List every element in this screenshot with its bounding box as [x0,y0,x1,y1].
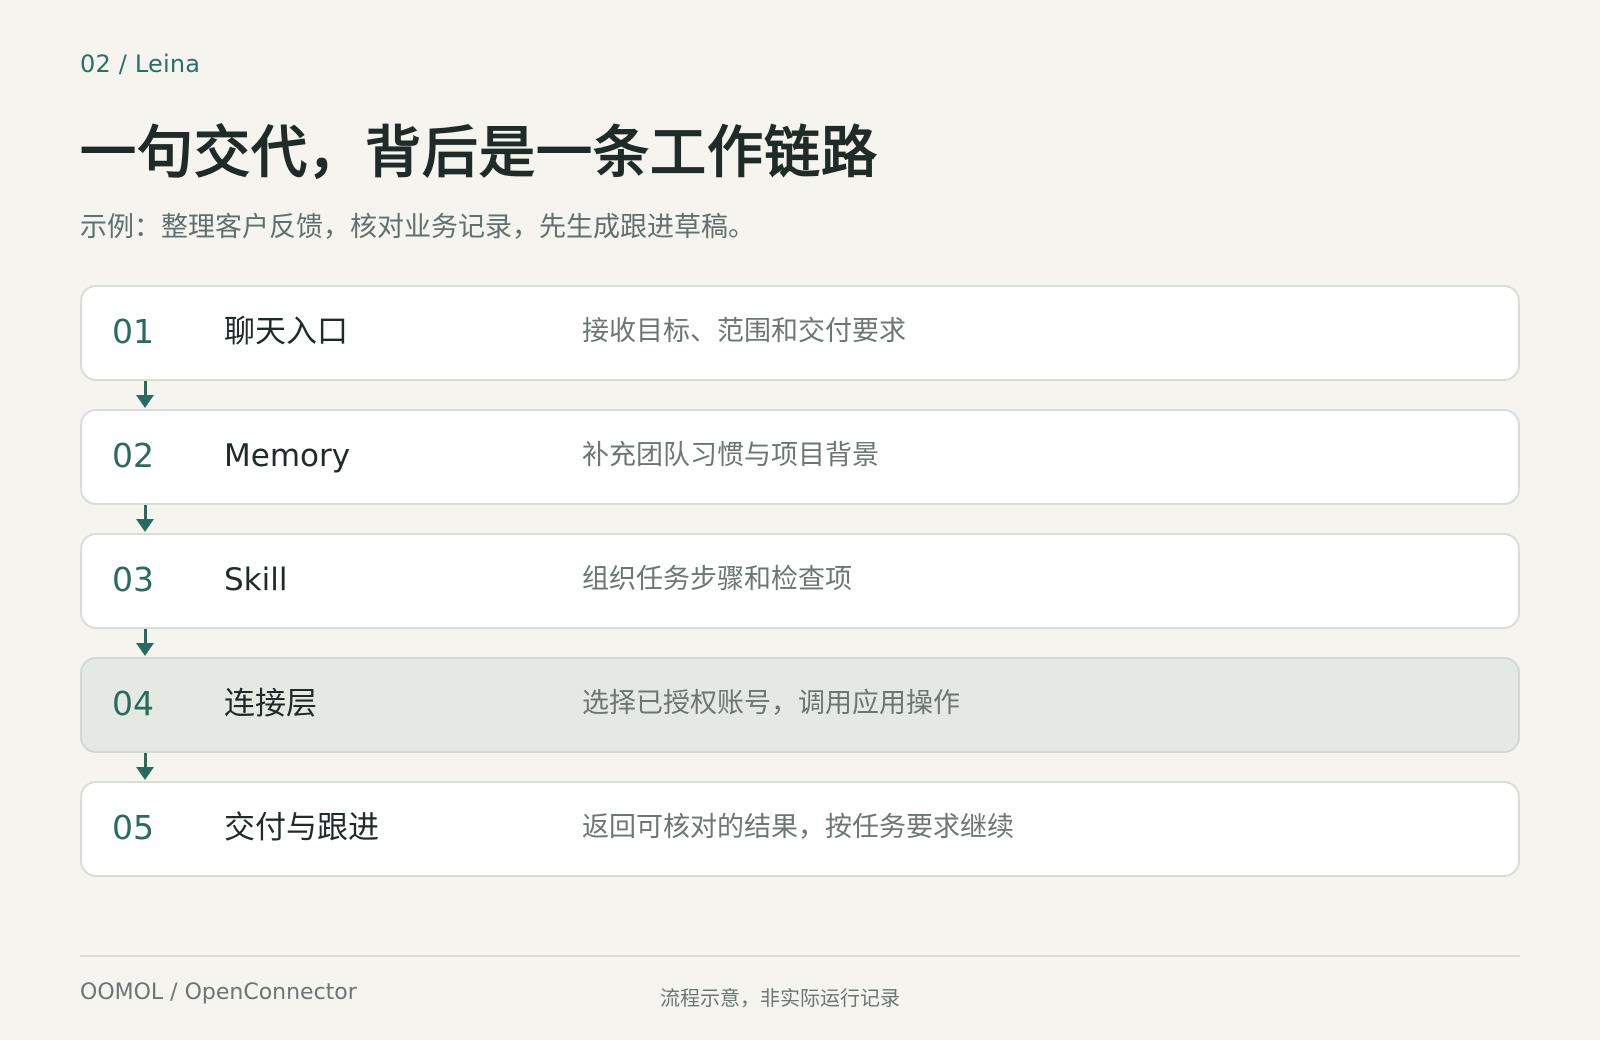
arrow-down-icon [135,753,155,781]
arrow-down-icon [135,505,155,533]
step-name: 交付与跟进 [224,810,379,846]
workflow-step: 01 聊天入口 接收目标、范围和交付要求 [80,285,1520,381]
step-description: 接收目标、范围和交付要求 [582,316,906,347]
workflow-step: 05 交付与跟进 返回可核对的结果，按任务要求继续 [80,781,1520,877]
page-subtitle: 示例：整理客户反馈，核对业务记录，先生成跟进草稿。 [80,212,755,243]
step-description: 组织任务步骤和检查项 [582,564,852,595]
page-title: 一句交代，背后是一条工作链路 [80,121,878,186]
workflow-step-highlighted: 04 连接层 选择已授权账号，调用应用操作 [80,657,1520,753]
step-number: 02 [112,436,154,475]
step-number: 04 [112,684,154,723]
footer-brand: OOMOL / OpenConnector [80,980,357,1005]
footer-divider [80,955,1520,957]
step-number: 05 [112,808,154,847]
step-description: 补充团队习惯与项目背景 [582,440,879,471]
step-name: 聊天入口 [224,314,348,350]
step-description: 选择已授权账号，调用应用操作 [582,688,960,719]
workflow-step: 02 Memory 补充团队习惯与项目背景 [80,409,1520,505]
arrow-down-icon [135,381,155,409]
step-name: 连接层 [224,686,317,722]
step-number: 01 [112,312,154,351]
workflow-step: 03 Skill 组织任务步骤和检查项 [80,533,1520,629]
section-eyebrow: 02 / Leina [80,50,201,78]
step-name: Memory [224,438,351,474]
arrow-down-icon [135,629,155,657]
step-name: Skill [224,562,288,598]
step-number: 03 [112,560,154,599]
step-description: 返回可核对的结果，按任务要求继续 [582,812,1014,843]
footer-note: 流程示意，非实际运行记录 [660,986,900,1010]
